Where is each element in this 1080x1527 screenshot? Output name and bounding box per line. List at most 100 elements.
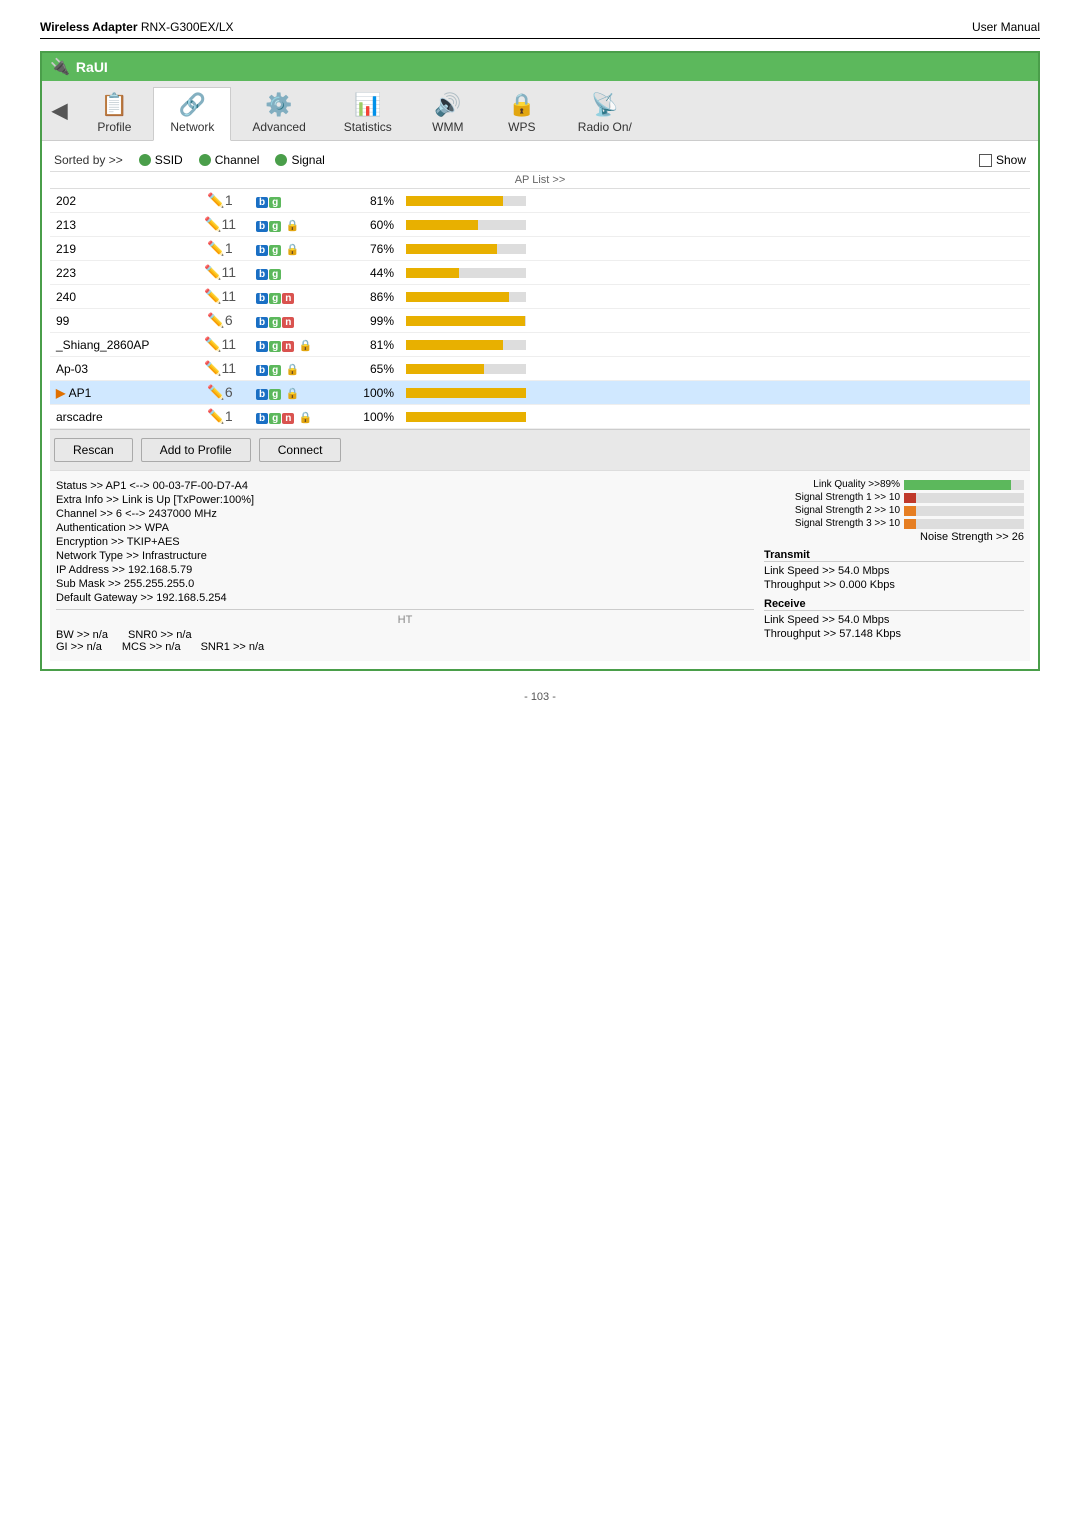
rescan-button[interactable]: Rescan — [54, 438, 133, 462]
channel-icon: ✏️6 — [207, 384, 232, 400]
protocol-badge-g: g — [269, 221, 281, 232]
ss2-fill — [904, 506, 916, 516]
link-quality-bg — [904, 480, 1024, 490]
ap-protocols: bg — [250, 261, 340, 285]
radio-icon: 📡 — [591, 92, 618, 118]
ap-signal-bar — [400, 357, 1030, 381]
ap-ssid: 240 — [50, 285, 190, 309]
channel-label: Channel — [215, 153, 260, 167]
status-encryption: Encryption >> TKIP+AES — [56, 535, 754, 549]
ap-signal-bar — [400, 237, 1030, 261]
quality-bars: Link Quality >>89% Signal Strength 1 >> … — [764, 479, 1024, 543]
signal-bar-fill — [406, 196, 503, 206]
ap-channel: ✏️1 — [190, 405, 250, 429]
signal-bar-fill — [406, 412, 526, 422]
transmit-label: Transmit — [764, 549, 1024, 562]
add-to-profile-button[interactable]: Add to Profile — [141, 438, 251, 462]
status-gateway: Default Gateway >> 192.168.5.254 — [56, 591, 754, 605]
header-product-rest: RNX-G300EX/LX — [137, 20, 233, 34]
table-row[interactable]: 219✏️1bg 🔒76% — [50, 237, 1030, 261]
ap-signal-bar — [400, 309, 1030, 333]
tab-profile[interactable]: 📋 Profile — [79, 87, 149, 140]
sort-channel[interactable]: Channel — [199, 153, 260, 167]
main-content: Sorted by >> SSID Channel Signal Show AP… — [42, 141, 1038, 669]
ap-ssid: 219 — [50, 237, 190, 261]
channel-icon: ✏️11 — [204, 288, 236, 304]
ap-channel: ✏️11 — [190, 213, 250, 237]
ap-channel: ✏️11 — [190, 285, 250, 309]
signal-bar-bg — [406, 364, 526, 374]
signal-label: Signal — [291, 153, 324, 167]
tab-statistics[interactable]: 📊 Statistics — [327, 87, 409, 140]
protocol-badge-g: g — [269, 245, 281, 256]
ssid-radio — [139, 154, 151, 166]
back-button[interactable]: ◀ — [52, 98, 75, 129]
show-checkbox[interactable] — [979, 154, 992, 167]
table-row[interactable]: 202✏️1bg81% — [50, 189, 1030, 213]
advanced-icon: ⚙️ — [265, 92, 292, 118]
sort-signal[interactable]: Signal — [275, 153, 324, 167]
ap-signal-pct: 81% — [340, 333, 400, 357]
table-row[interactable]: 223✏️11bg44% — [50, 261, 1030, 285]
buttons-row: Rescan Add to Profile Connect — [50, 429, 1030, 470]
table-row[interactable]: Ap-03✏️11bg 🔒65% — [50, 357, 1030, 381]
tab-network[interactable]: 🔗 Network — [153, 87, 231, 141]
signal-bar-bg — [406, 316, 526, 326]
ap-channel: ✏️11 — [190, 261, 250, 285]
tab-wps[interactable]: 🔒 WPS — [487, 87, 557, 140]
sort-by-label: Sorted by >> — [54, 153, 123, 167]
table-row[interactable]: _Shiang_2860AP✏️11bgn 🔒81% — [50, 333, 1030, 357]
raui-title: RaUI — [76, 59, 108, 75]
transmit-section: Transmit Link Speed >> 54.0 Mbps Through… — [764, 549, 1024, 592]
connect-button[interactable]: Connect — [259, 438, 342, 462]
protocol-badge-b: b — [256, 341, 268, 352]
ap-ssid: 202 — [50, 189, 190, 213]
table-row[interactable]: 99✏️6bgn99% — [50, 309, 1030, 333]
protocol-badge-g: g — [269, 341, 281, 352]
page-header: Wireless Adapter RNX-G300EX/LX User Manu… — [40, 20, 1040, 39]
protocol-badge-n: n — [282, 413, 294, 424]
ap-channel: ✏️11 — [190, 333, 250, 357]
show-checkbox-container[interactable]: Show — [979, 153, 1026, 167]
ap-list-label: AP List >> — [50, 172, 1030, 189]
mcs-value: MCS >> n/a — [122, 641, 181, 653]
statistics-icon: 📊 — [354, 92, 381, 118]
signal-radio — [275, 154, 287, 166]
raui-window: 🔌 RaUI ◀ 📋 Profile 🔗 Network ⚙️ Advanced… — [40, 51, 1040, 671]
signal-bar-bg — [406, 268, 526, 278]
table-row[interactable]: 240✏️11bgn86% — [50, 285, 1030, 309]
signal-bar-fill — [406, 388, 526, 398]
tab-advanced[interactable]: ⚙️ Advanced — [235, 87, 322, 140]
ap-protocols: bg 🔒 — [250, 213, 340, 237]
snr1-value: SNR1 >> n/a — [201, 641, 265, 653]
tab-profile-label: Profile — [97, 120, 131, 134]
protocol-badge-g: g — [269, 413, 281, 424]
lock-icon: 🔒 — [286, 220, 300, 232]
ht-row1: BW >> n/a SNR0 >> n/a — [56, 629, 754, 641]
tab-radio[interactable]: 📡 Radio On/ — [561, 87, 649, 140]
header-left: Wireless Adapter RNX-G300EX/LX — [40, 20, 234, 34]
sort-ssid[interactable]: SSID — [139, 153, 183, 167]
table-row[interactable]: arscadre✏️1bgn 🔒100% — [50, 405, 1030, 429]
wmm-icon: 🔊 — [434, 92, 461, 118]
signal-bar-fill — [406, 220, 478, 230]
ap-signal-pct: 44% — [340, 261, 400, 285]
header-right: User Manual — [972, 20, 1040, 34]
tab-wps-label: WPS — [508, 120, 535, 134]
ap-table: 202✏️1bg81%213✏️11bg 🔒60%219✏️1bg 🔒76%22… — [50, 189, 1030, 429]
signal-bar-bg — [406, 292, 526, 302]
lock-icon: 🔒 — [286, 364, 300, 376]
channel-icon: ✏️11 — [204, 336, 236, 352]
channel-icon: ✏️1 — [207, 240, 232, 256]
tab-wmm[interactable]: 🔊 WMM — [413, 87, 483, 140]
table-row[interactable]: 213✏️11bg 🔒60% — [50, 213, 1030, 237]
ap-signal-bar — [400, 189, 1030, 213]
status-left: Status >> AP1 <--> 00-03-7F-00-D7-A4 Ext… — [56, 479, 754, 653]
signal-strength2-label: Signal Strength 2 >> 10 — [764, 505, 904, 516]
ap-ssid: ▶ AP1 — [50, 381, 190, 405]
channel-radio — [199, 154, 211, 166]
signal-bar-fill — [406, 316, 525, 326]
table-row[interactable]: ▶ AP1✏️6bg 🔒100% — [50, 381, 1030, 405]
protocol-badge-b: b — [256, 389, 268, 400]
channel-icon: ✏️1 — [207, 192, 232, 208]
